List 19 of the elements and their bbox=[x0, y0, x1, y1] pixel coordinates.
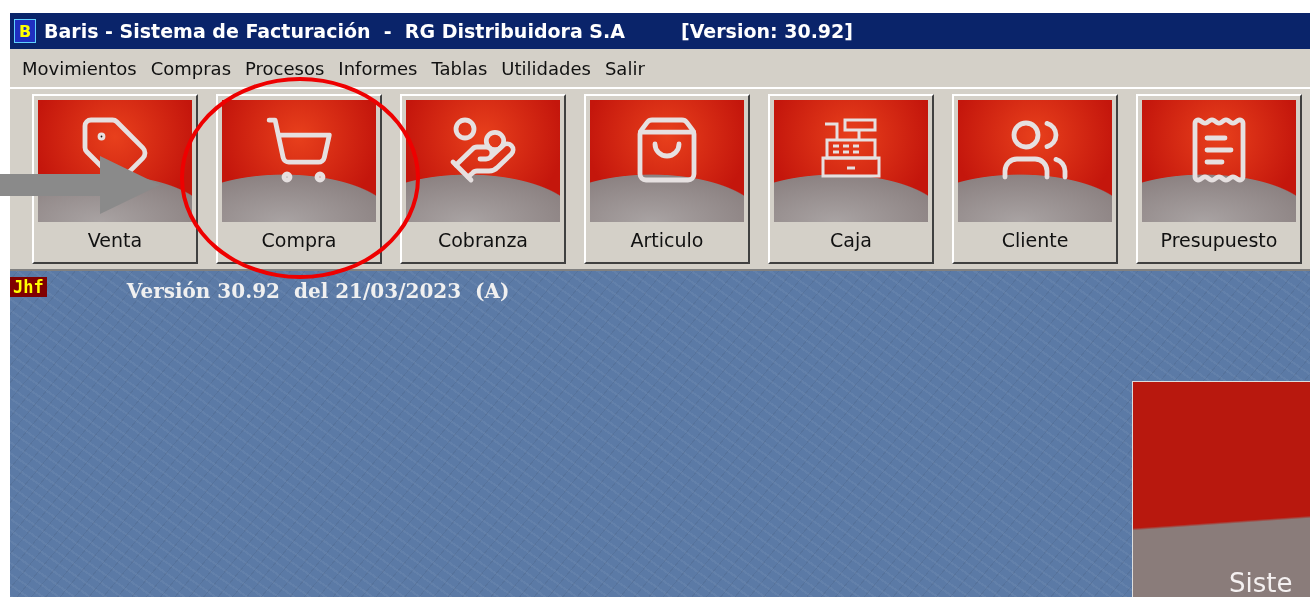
toolbar-button[interactable]: Caja bbox=[768, 94, 934, 264]
toolbar-button[interactable]: Cobranza bbox=[400, 94, 566, 264]
menu-item[interactable]: Compras bbox=[144, 57, 238, 79]
version-label: [Version: 30.92] bbox=[681, 20, 853, 42]
toolbar-button[interactable]: Articulo bbox=[584, 94, 750, 264]
menu-item[interactable]: Utilidades bbox=[495, 57, 597, 79]
window-title: Baris - Sistema de Facturación - RG Distribuidora S.A bbox=[44, 20, 625, 42]
app-icon: B bbox=[14, 19, 36, 43]
toolbar-button[interactable]: Presupuesto bbox=[1136, 94, 1302, 264]
menu-item[interactable]: Procesos bbox=[239, 57, 331, 79]
version-text: Versión 30.92 del 21/03/2023 (A) bbox=[126, 279, 510, 303]
toolbar-button[interactable]: Cliente bbox=[952, 94, 1118, 264]
toolbar-button[interactable]: Compra bbox=[216, 94, 382, 264]
menu-item[interactable]: Tablas bbox=[425, 57, 494, 79]
splash-text: Siste bbox=[1229, 568, 1293, 597]
menu-item[interactable]: Movimientos bbox=[16, 57, 143, 79]
user-badge: Jhf bbox=[10, 277, 47, 297]
menu-item[interactable]: Informes bbox=[332, 57, 424, 79]
menu-item[interactable]: Salir bbox=[598, 57, 651, 79]
